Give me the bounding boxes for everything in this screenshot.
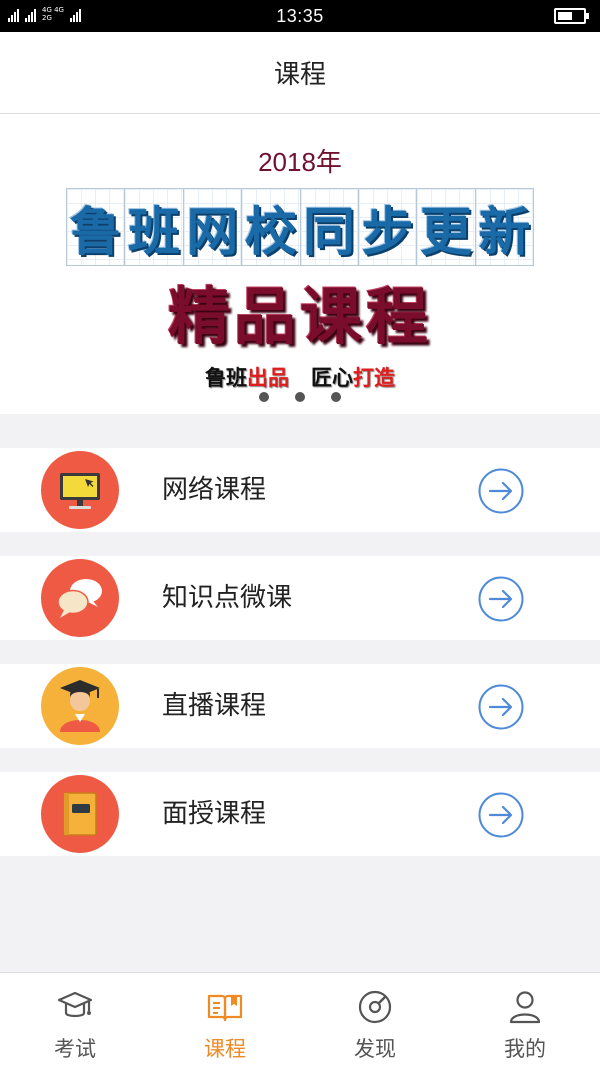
- course-label: 知识点微课: [162, 583, 293, 613]
- course-label: 面授课程: [162, 799, 267, 829]
- headline-char: 步: [361, 202, 414, 263]
- headline-cell: 鲁: [67, 189, 126, 265]
- banner-headline: 鲁班网校同步更新: [66, 188, 534, 266]
- banner-slogan: 鲁班出品 匠心打造: [0, 362, 600, 392]
- carousel-dot[interactable]: [331, 392, 341, 402]
- status-bar: 4G 4G 2G 13:35: [0, 0, 600, 32]
- nav-bar: 课程: [0, 32, 600, 114]
- course-item[interactable]: 网络课程: [0, 448, 600, 532]
- carousel-dot[interactable]: [259, 392, 269, 402]
- headline-cell: 校: [242, 189, 301, 265]
- battery-icon: [554, 8, 589, 24]
- headline-cell: 网: [183, 189, 243, 265]
- tab-discover[interactable]: 发现: [300, 973, 450, 1067]
- headline-cell: 新: [475, 189, 533, 265]
- banner-carousel[interactable]: 2018年 鲁班网校同步更新 精品课程 鲁班出品 匠心打造: [0, 114, 600, 414]
- slogan-highlight: 出品: [247, 366, 289, 390]
- slogan-part: 鲁班: [205, 366, 247, 390]
- user-icon: [509, 991, 541, 1024]
- slogan-highlight: 打造: [353, 366, 395, 390]
- tab-mine[interactable]: 我的: [450, 973, 600, 1067]
- headline-cell: 更: [417, 189, 476, 265]
- carousel-indicator[interactable]: [0, 392, 600, 402]
- tab-course[interactable]: 课程: [150, 973, 300, 1067]
- compass-icon: [358, 990, 392, 1024]
- tab-label: 课程: [204, 1037, 246, 1061]
- headline-char: 鲁: [69, 202, 122, 263]
- headline-char: 更: [419, 202, 472, 263]
- course-item[interactable]: 知识点微课: [0, 556, 600, 640]
- carousel-dot[interactable]: [295, 392, 305, 402]
- page-title: 课程: [273, 60, 326, 90]
- headline-char: 班: [128, 202, 181, 263]
- course-label: 网络课程: [162, 475, 267, 505]
- arrow-right-circle-icon[interactable]: [478, 468, 524, 514]
- battery-level: [558, 12, 573, 20]
- tab-label: 发现: [354, 1037, 396, 1061]
- mortarboard-icon: [57, 991, 93, 1018]
- banner-year: 2018年: [258, 147, 342, 177]
- course-item[interactable]: 面授课程: [0, 772, 600, 856]
- headline-char: 新: [478, 202, 531, 263]
- tab-label: 我的: [504, 1037, 546, 1061]
- arrow-right-circle-icon[interactable]: [478, 576, 524, 622]
- chat-bubbles-icon: [41, 559, 119, 637]
- headline-char: 网: [186, 202, 239, 263]
- headline-cell: 同: [300, 189, 359, 265]
- tab-bar: 考试 课程 发现 我的: [0, 972, 600, 1067]
- headline-char: 同: [303, 202, 356, 263]
- book-open-icon: [207, 994, 243, 1022]
- headline-cell: 步: [358, 189, 418, 265]
- graduate-icon: [41, 667, 119, 745]
- course-item[interactable]: 直播课程: [0, 664, 600, 748]
- banner-main-title: 精品课程: [167, 280, 432, 353]
- status-time: 13:35: [276, 6, 324, 26]
- course-label: 直播课程: [162, 691, 267, 721]
- monitor-icon: [41, 451, 119, 529]
- tab-label: 考试: [54, 1037, 96, 1061]
- headline-char: 校: [244, 202, 297, 263]
- arrow-right-circle-icon[interactable]: [478, 684, 524, 730]
- tab-exam[interactable]: 考试: [0, 973, 150, 1067]
- slogan-part: 匠心: [311, 366, 353, 390]
- arrow-right-circle-icon[interactable]: [478, 792, 524, 838]
- book-icon: [41, 775, 119, 853]
- headline-cell: 班: [125, 189, 184, 265]
